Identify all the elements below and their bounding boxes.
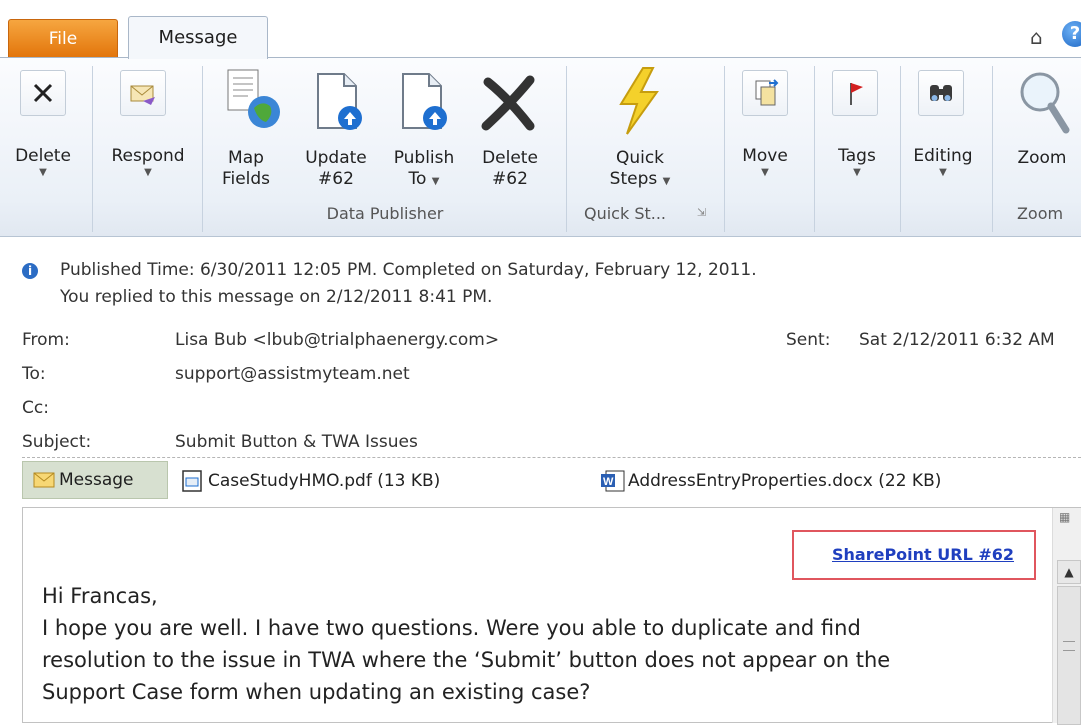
delete-label: Delete — [15, 146, 71, 166]
editing-button[interactable]: Editing ▼ — [906, 146, 980, 179]
data-publisher-group-label: Data Publisher — [326, 204, 444, 223]
thumb-grip-icon — [1063, 641, 1075, 651]
info-published-line: Published Time: 6/30/2011 12:05 PM. Comp… — [60, 260, 757, 280]
map-fields-line1: Map — [228, 148, 264, 168]
info-replied-line[interactable]: You replied to this message on 2/12/2011… — [60, 287, 492, 307]
group-separator — [900, 66, 901, 232]
svg-text:W: W — [603, 476, 614, 488]
attachment-docx-label: AddressEntryProperties.docx (22 KB) — [628, 471, 942, 491]
sent-label: Sent: — [786, 330, 831, 350]
move-label: Move — [742, 146, 788, 166]
dropdown-arrow-icon: ▼ — [39, 167, 47, 178]
group-separator — [724, 66, 725, 232]
dropdown-arrow-icon: ▼ — [939, 167, 947, 178]
body-line-1: I hope you are well. I have two question… — [42, 616, 861, 640]
attachment-pdf[interactable]: CaseStudyHMO.pdf (13 KB) — [182, 470, 440, 492]
tags-icon — [832, 70, 878, 116]
publish-line1: Publish — [393, 148, 455, 168]
scroll-up-arrow-icon[interactable]: ▲ — [1057, 560, 1081, 584]
cc-label: Cc: — [22, 398, 49, 418]
respond-icon — [120, 70, 166, 116]
to-label: To: — [22, 364, 46, 384]
group-separator — [992, 66, 993, 232]
dialog-launcher-icon[interactable]: ⇲ — [697, 206, 706, 219]
context-icon[interactable]: ▦ — [1059, 510, 1077, 528]
from-label: From: — [22, 330, 70, 350]
publish-to-button[interactable]: Publish To ▼ — [382, 148, 466, 192]
publish-icon — [395, 70, 455, 138]
subject-label: Subject: — [22, 432, 92, 452]
sent-value: Sat 2/12/2011 6:32 AM — [859, 330, 1055, 350]
update-line1: Update — [305, 148, 367, 168]
delete62-line2: #62 — [492, 169, 528, 189]
tags-label: Tags — [838, 146, 876, 166]
help-icon[interactable]: ? — [1062, 21, 1081, 47]
delete-62-icon — [478, 72, 540, 138]
body-line-2: resolution to the issue in TWA where the… — [42, 648, 891, 672]
update-line2: #62 — [318, 169, 354, 189]
sharepoint-url-link[interactable]: SharePoint URL #62 — [832, 545, 1014, 564]
editing-label: Editing — [913, 146, 973, 166]
ribbon: Delete ▼ Respond ▼ Map Fields Update #62… — [0, 58, 1081, 237]
delete-62-button[interactable]: Delete #62 — [468, 148, 552, 190]
subject-value: Submit Button & TWA Issues — [175, 432, 418, 452]
dropdown-arrow-icon: ▼ — [761, 167, 769, 178]
minimize-ribbon-icon[interactable]: ⌂ — [1030, 25, 1043, 49]
find-binoculars-icon — [918, 70, 964, 116]
to-value[interactable]: support@assistmyteam.net — [175, 364, 410, 384]
dropdown-arrow-icon: ▼ — [662, 176, 671, 187]
group-separator — [92, 66, 93, 232]
move-icon — [742, 70, 788, 116]
envelope-icon — [33, 472, 55, 488]
zoom-button[interactable]: Zoom — [1004, 148, 1080, 169]
quick-steps-group-label: Quick St... — [584, 204, 667, 223]
tab-file[interactable]: File — [8, 19, 118, 58]
from-value[interactable]: Lisa Bub <lbub@trialphaenergy.com> — [175, 330, 499, 350]
move-button[interactable]: Move ▼ — [734, 146, 796, 179]
body-greeting: Hi Francas, — [42, 584, 158, 608]
update-62-button[interactable]: Update #62 — [294, 148, 378, 190]
zoom-group-label: Zoom — [1016, 204, 1064, 223]
delete-button[interactable]: Delete ▼ — [12, 146, 74, 179]
map-fields-line2: Fields — [221, 169, 271, 189]
quick-steps-icon — [613, 66, 665, 140]
pdf-file-icon — [182, 470, 202, 492]
word-file-icon: W — [601, 470, 625, 492]
zoom-icon — [1014, 68, 1074, 140]
tags-button[interactable]: Tags ▼ — [826, 146, 888, 179]
tab-message[interactable]: Message — [128, 16, 268, 59]
group-separator — [566, 66, 567, 232]
map-fields-icon — [220, 66, 286, 136]
body-line-3: Support Case form when updating an exist… — [42, 680, 591, 704]
delete62-line1: Delete — [482, 148, 538, 168]
quick-steps-line2: Steps — [609, 169, 658, 189]
publish-line2: To — [408, 169, 427, 189]
info-icon: i — [22, 263, 38, 279]
attachment-docx[interactable]: W AddressEntryProperties.docx (22 KB) — [600, 470, 941, 492]
dropdown-arrow-icon: ▼ — [431, 176, 440, 187]
scrollbar-thumb[interactable] — [1057, 586, 1081, 725]
quick-steps-line1: Quick — [615, 148, 665, 168]
dropdown-arrow-icon: ▼ — [144, 167, 152, 178]
zoom-label: Zoom — [1017, 148, 1067, 168]
respond-button[interactable]: Respond ▼ — [100, 146, 196, 179]
dropdown-arrow-icon: ▼ — [853, 167, 861, 178]
quick-steps-button[interactable]: Quick Steps ▼ — [590, 148, 690, 192]
map-fields-button[interactable]: Map Fields — [214, 148, 278, 190]
delete-icon — [20, 70, 66, 116]
attachment-divider — [22, 457, 1081, 458]
update-icon — [310, 70, 370, 138]
group-separator — [202, 66, 203, 232]
respond-label: Respond — [111, 146, 185, 166]
attachment-pdf-label: CaseStudyHMO.pdf (13 KB) — [208, 471, 441, 491]
group-separator — [814, 66, 815, 232]
message-tab-button[interactable]: Message — [22, 461, 168, 499]
vertical-scrollbar[interactable]: ▦ ▲ — [1052, 508, 1081, 725]
message-tab-label: Message — [59, 470, 134, 490]
